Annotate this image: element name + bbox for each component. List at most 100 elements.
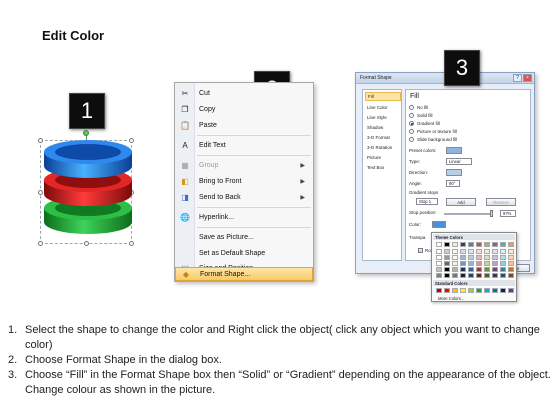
stacked-rings-graphic[interactable] [36,138,140,246]
theme-color-swatch[interactable] [436,267,442,272]
theme-color-swatch[interactable] [468,273,474,278]
theme-color-swatch[interactable] [484,261,490,266]
standard-color-swatch[interactable] [484,288,490,293]
theme-color-swatch[interactable] [468,249,474,254]
menu-item-group[interactable]: ▦ Group ▶ [175,158,313,172]
theme-color-swatch[interactable] [436,249,442,254]
radio-slide-background-fill[interactable]: Slide background fill [409,136,457,143]
stop-position-input[interactable]: 97% [500,210,516,217]
direction-dropdown[interactable] [446,169,462,176]
theme-color-swatch[interactable] [468,255,474,260]
theme-color-swatch[interactable] [452,242,458,247]
menu-item-paste[interactable]: 📋 Paste [175,118,313,132]
theme-color-swatch[interactable] [452,273,458,278]
theme-color-swatch[interactable] [452,249,458,254]
theme-color-swatch[interactable] [452,255,458,260]
standard-color-swatch[interactable] [452,288,458,293]
theme-color-swatch[interactable] [500,261,506,266]
nav-item-text-box[interactable]: Text Box [365,163,401,172]
theme-color-swatch[interactable] [444,273,450,278]
theme-color-swatch[interactable] [492,273,498,278]
theme-color-swatch[interactable] [508,273,514,278]
theme-color-swatch[interactable] [460,255,466,260]
more-colors-link[interactable]: More Colors... [438,296,464,301]
theme-color-swatch[interactable] [492,249,498,254]
blue-ring[interactable] [44,140,132,178]
theme-color-swatch[interactable] [500,242,506,247]
checkbox-icon[interactable]: ✓ [418,248,423,253]
theme-color-swatch[interactable] [508,249,514,254]
theme-color-swatch[interactable] [460,261,466,266]
theme-color-swatch[interactable] [452,267,458,272]
theme-color-swatch[interactable] [476,267,482,272]
theme-color-swatch[interactable] [468,242,474,247]
angle-input[interactable]: 90° [446,180,460,187]
theme-color-swatch[interactable] [484,267,490,272]
theme-color-swatch[interactable] [484,242,490,247]
close-icon[interactable]: × [523,74,532,82]
standard-color-swatch[interactable] [436,288,442,293]
theme-color-swatch[interactable] [460,249,466,254]
theme-color-swatch[interactable] [460,273,466,278]
theme-color-swatch[interactable] [484,249,490,254]
theme-color-swatch[interactable] [460,267,466,272]
standard-color-swatch[interactable] [468,288,474,293]
theme-color-swatch[interactable] [436,273,442,278]
nav-item-picture[interactable]: Picture [365,153,401,162]
color-dropdown[interactable] [432,221,446,228]
theme-color-swatch[interactable] [492,242,498,247]
radio-picture-fill[interactable]: Picture or texture fill [409,128,457,135]
menu-item-hyperlink[interactable]: 🌐 Hyperlink... [175,210,313,224]
theme-color-swatch[interactable] [452,261,458,266]
nav-item-line-color[interactable]: Line Color [365,103,401,112]
theme-color-swatch[interactable] [468,267,474,272]
theme-color-swatch[interactable] [444,249,450,254]
menu-item-set-default-shape[interactable]: Set as Default Shape [175,246,313,260]
nav-item-shadow[interactable]: Shadow [365,123,401,132]
theme-color-swatch[interactable] [444,267,450,272]
theme-color-swatch[interactable] [476,249,482,254]
standard-color-swatch[interactable] [508,288,514,293]
add-stop-button[interactable]: Add [446,198,476,206]
theme-color-swatch[interactable] [476,255,482,260]
stop-dropdown[interactable]: Stop 1 [416,198,438,205]
theme-color-swatch[interactable] [500,273,506,278]
standard-color-swatch[interactable] [500,288,506,293]
theme-color-swatch[interactable] [444,261,450,266]
menu-item-format-shape[interactable]: ◆ Format Shape... [175,267,313,281]
standard-color-swatch[interactable] [444,288,450,293]
nav-item-3d-format[interactable]: 3-D Format [365,133,401,142]
theme-color-swatch[interactable] [436,242,442,247]
menu-item-cut[interactable]: ✂ Cut [175,86,313,100]
theme-color-swatch[interactable] [444,242,450,247]
theme-color-swatch[interactable] [468,261,474,266]
radio-button-selected[interactable] [409,121,414,126]
menu-item-copy[interactable]: ❐ Copy [175,102,313,116]
menu-item-save-as-picture[interactable]: Save as Picture... [175,230,313,244]
slider-thumb[interactable] [490,210,493,217]
menu-item-edit-text[interactable]: A Edit Text [175,138,313,152]
standard-color-swatch[interactable] [476,288,482,293]
standard-color-swatch[interactable] [492,288,498,293]
nav-item-line-style[interactable]: Line Style [365,113,401,122]
nav-item-fill[interactable]: Fill [365,92,401,101]
preset-colors-dropdown[interactable] [446,147,462,154]
theme-color-swatch[interactable] [484,255,490,260]
type-dropdown[interactable]: Linear [446,158,472,165]
theme-color-swatch[interactable] [460,242,466,247]
standard-color-swatch[interactable] [460,288,466,293]
theme-color-swatch[interactable] [492,267,498,272]
radio-no-fill[interactable]: No fill [409,104,428,111]
theme-color-swatch[interactable] [508,267,514,272]
nav-item-3d-rotation[interactable]: 3-D Rotation [365,143,401,152]
theme-color-swatch[interactable] [508,242,514,247]
remove-stop-button[interactable]: Remove [486,198,516,206]
theme-color-swatch[interactable] [476,242,482,247]
theme-color-swatch[interactable] [444,255,450,260]
theme-color-swatch[interactable] [492,255,498,260]
theme-color-swatch[interactable] [508,255,514,260]
theme-color-swatch[interactable] [476,273,482,278]
menu-item-bring-to-front[interactable]: ◧ Bring to Front ▶ [175,174,313,188]
radio-button[interactable] [409,113,414,118]
theme-color-swatch[interactable] [436,255,442,260]
